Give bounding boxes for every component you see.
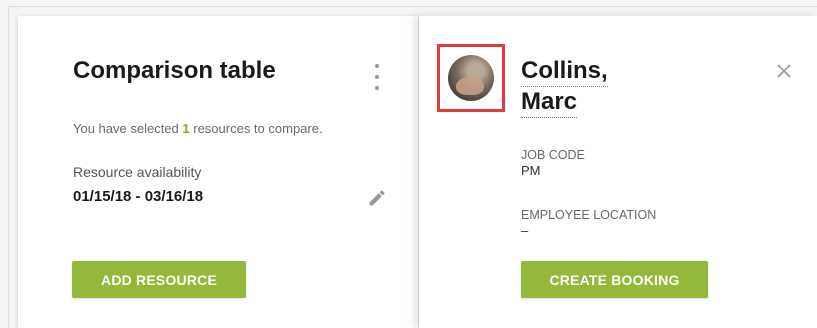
availability-label: Resource availability	[73, 164, 202, 180]
resource-card: Collins, Marc JOB CODE PM EMPLOYEE LOCAT…	[419, 16, 817, 328]
kebab-menu-icon[interactable]	[372, 64, 382, 90]
comparison-panel-background: Comparison table You have selected 1 res…	[0, 0, 817, 328]
availability-dates: 01/15/18 - 03/16/18	[73, 188, 204, 205]
resource-last-name[interactable]: Collins,	[521, 56, 608, 87]
resource-name[interactable]: Collins, Marc	[521, 56, 608, 118]
employee-location-value: –	[521, 223, 529, 238]
add-resource-button[interactable]: ADD RESOURCE	[72, 261, 246, 298]
divider	[8, 6, 9, 328]
page-title: Comparison table	[73, 57, 276, 84]
selection-summary: You have selected 1 resources to compare…	[73, 121, 323, 136]
job-code-label: JOB CODE	[521, 148, 585, 162]
divider	[8, 6, 817, 7]
job-code-value: PM	[521, 163, 541, 178]
selection-prefix: You have selected	[73, 121, 183, 136]
avatar-highlight[interactable]	[437, 44, 505, 112]
pencil-icon[interactable]	[367, 188, 387, 208]
avatar[interactable]	[448, 55, 494, 101]
create-booking-button[interactable]: CREATE BOOKING	[521, 261, 708, 298]
resource-first-name[interactable]: Marc	[521, 87, 578, 118]
selection-suffix: resources to compare.	[189, 121, 323, 136]
employee-location-label: EMPLOYEE LOCATION	[521, 208, 657, 222]
comparison-table-card: Comparison table You have selected 1 res…	[18, 16, 418, 328]
selection-count: 1	[182, 121, 190, 136]
close-icon[interactable]	[773, 60, 795, 82]
